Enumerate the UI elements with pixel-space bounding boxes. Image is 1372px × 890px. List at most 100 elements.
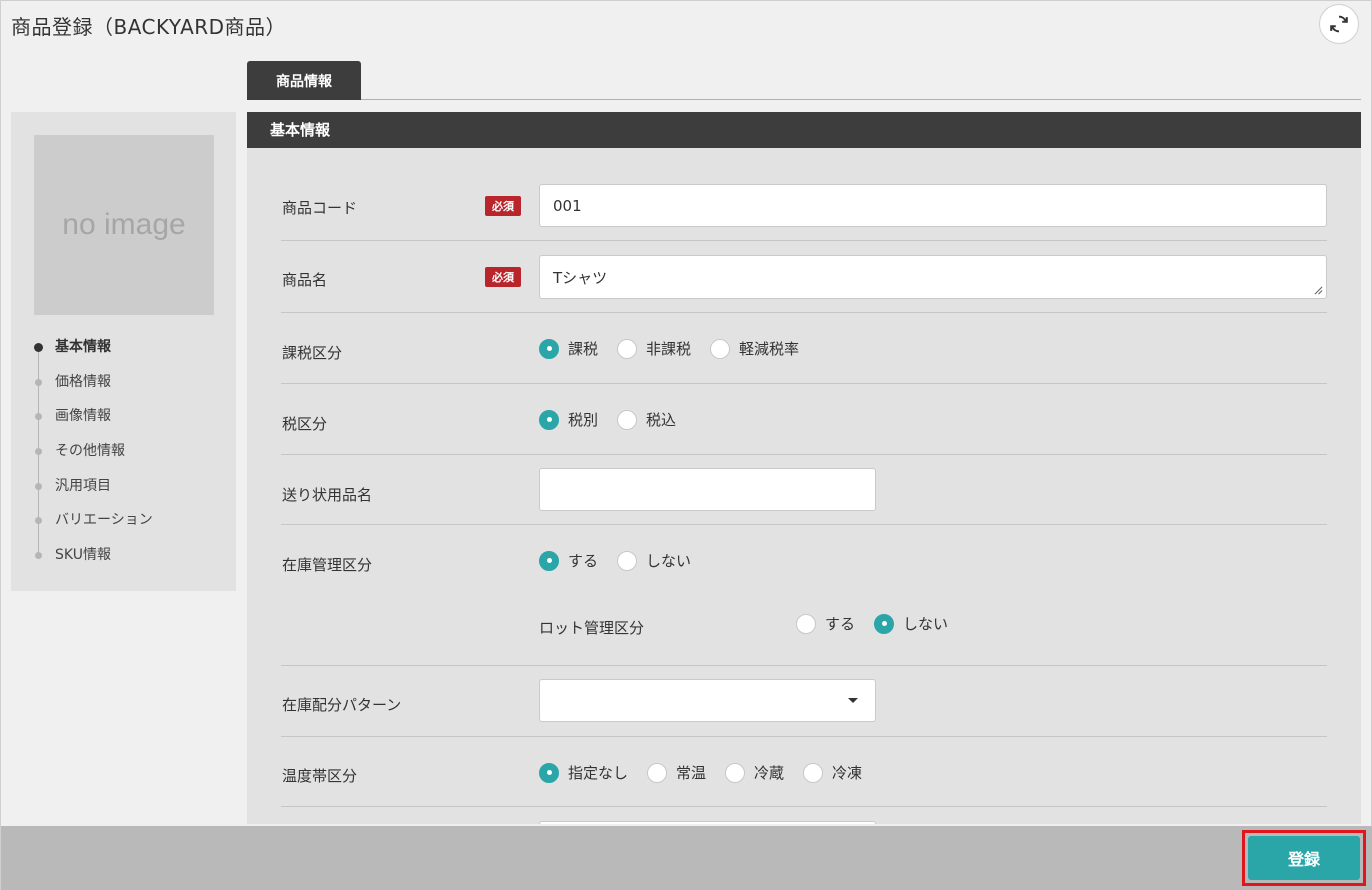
radio-unchecked-icon (617, 550, 638, 571)
field-label: 送り状用品名 (282, 486, 373, 504)
footer-bar (1, 826, 1372, 890)
sidebar-item-general-items[interactable]: 汎用項目 (31, 469, 153, 504)
sidebar-item-variation[interactable]: バリエーション (31, 503, 153, 538)
radio-reduced-rate[interactable]: 軽減税率 (710, 338, 799, 359)
radio-checked-icon (539, 409, 559, 430)
field-label: 商品コード (282, 199, 358, 217)
bullet-icon (35, 378, 42, 386)
stock-pattern-select[interactable] (539, 679, 876, 722)
radio-unchecked-icon (710, 338, 731, 359)
radio-label: する (568, 552, 599, 570)
form-row-stock-pattern: 在庫配分パターン (281, 666, 1327, 737)
radio-checked-icon (539, 338, 559, 359)
shipping-name-input[interactable] (539, 468, 876, 511)
next-field-input[interactable] (539, 821, 876, 824)
product-code-input[interactable]: 001 (539, 184, 1327, 227)
lot-mgmt-label: ロット管理区分 (539, 619, 645, 637)
form-row-tax-class: 課税区分 課税 非課税 軽減税率 (281, 313, 1327, 384)
refresh-button[interactable] (1319, 4, 1359, 44)
radio-temp-frozen[interactable]: 冷凍 (803, 762, 862, 783)
form-row-temperature: 温度帯区分 指定なし 常温 冷蔵 冷凍 (281, 737, 1327, 807)
form-row-product-name: 商品名 必須 Tシャツ (281, 241, 1327, 313)
temperature-radio-group: 指定なし 常温 冷蔵 冷凍 (539, 762, 881, 783)
radio-checked-icon (539, 762, 559, 783)
field-label: 課税区分 (282, 344, 343, 362)
radio-label: 軽減税率 (739, 340, 800, 358)
bullet-icon (35, 517, 42, 525)
radio-label: 課税 (568, 340, 599, 358)
field-label: 商品名 (282, 271, 328, 289)
required-badge: 必須 (485, 196, 521, 216)
sidebar-item-price-info[interactable]: 価格情報 (31, 365, 153, 400)
tab-product-info[interactable]: 商品情報 (247, 61, 361, 100)
form-row-product-code: 商品コード 必須 001 (281, 168, 1327, 241)
sidebar: no image 基本情報 価格情報 画像情報 その他情報 汎用項目 バリエーシ… (11, 112, 236, 591)
tax-type-radio-group: 税別 税込 (539, 409, 695, 430)
product-image-placeholder: no image (34, 135, 214, 315)
radio-unchecked-icon (647, 762, 668, 783)
bullet-icon (35, 482, 42, 490)
form-area: 商品コード 必須 001 商品名 必須 Tシャツ 課税区分 課税 非課税 軽減税… (247, 148, 1361, 824)
sidebar-item-label: 基本情報 (55, 339, 111, 355)
resize-grip-icon[interactable] (1314, 286, 1323, 295)
radio-lot-no[interactable]: しない (874, 613, 948, 634)
product-name-textarea[interactable]: Tシャツ (539, 255, 1327, 299)
sidebar-item-label: SKU情報 (55, 547, 111, 564)
radio-tax-excluded[interactable]: 税別 (539, 409, 598, 430)
required-badge: 必須 (485, 267, 521, 287)
radio-label: しない (646, 552, 692, 570)
field-label: 在庫管理区分 (282, 556, 373, 574)
tax-class-radio-group: 課税 非課税 軽減税率 (539, 338, 818, 359)
radio-label: 税込 (646, 411, 677, 429)
radio-unchecked-icon (617, 338, 638, 359)
form-row-stock-management: 在庫管理区分 する しない ロット管理区分 する しない (281, 525, 1327, 666)
lot-mgmt-radio-group: する しない (796, 613, 967, 634)
radio-non-taxable[interactable]: 非課税 (617, 338, 691, 359)
radio-unchecked-icon (617, 409, 638, 430)
sidebar-item-sku-info[interactable]: SKU情報 (31, 538, 153, 573)
active-bullet-icon (34, 343, 43, 352)
sidebar-item-other-info[interactable]: その他情報 (31, 434, 153, 469)
bullet-icon (35, 413, 42, 421)
sidebar-item-label: その他情報 (55, 443, 125, 460)
radio-temp-ambient[interactable]: 常温 (647, 762, 706, 783)
radio-label: 常温 (676, 764, 707, 782)
register-button[interactable]: 登録 (1248, 836, 1360, 880)
radio-checked-icon (874, 613, 895, 634)
section-title: 基本情報 (247, 112, 1361, 148)
radio-label: 指定なし (568, 764, 629, 782)
sidebar-nav: 基本情報 価格情報 画像情報 その他情報 汎用項目 バリエーション SKU情報 (31, 330, 153, 573)
radio-label: 冷凍 (832, 764, 863, 782)
stock-mgmt-radio-group: する しない (539, 550, 710, 571)
field-label: 温度帯区分 (282, 767, 358, 785)
radio-unchecked-icon (725, 762, 746, 783)
field-label: 在庫配分パターン (282, 696, 402, 714)
radio-temp-chilled[interactable]: 冷蔵 (725, 762, 784, 783)
field-label: 税区分 (282, 415, 328, 433)
form-row-shipping-name: 送り状用品名 (281, 455, 1327, 525)
radio-stock-yes[interactable]: する (539, 550, 598, 571)
radio-unchecked-icon (803, 762, 824, 783)
radio-taxable[interactable]: 課税 (539, 338, 598, 359)
refresh-icon (1330, 15, 1348, 33)
sidebar-item-label: 汎用項目 (55, 477, 111, 494)
radio-temp-none[interactable]: 指定なし (539, 762, 628, 783)
radio-stock-no[interactable]: しない (617, 550, 691, 571)
sidebar-item-label: バリエーション (55, 512, 153, 529)
bullet-icon (35, 448, 42, 456)
bullet-icon (35, 552, 42, 560)
form-row-tax-type: 税区分 税別 税込 (281, 384, 1327, 455)
sidebar-item-label: 価格情報 (55, 373, 111, 390)
tab-divider (361, 99, 1361, 100)
sidebar-item-basic-info[interactable]: 基本情報 (31, 330, 153, 365)
radio-lot-yes[interactable]: する (796, 613, 855, 634)
page-title: 商品登録（BACKYARD商品） (11, 15, 287, 39)
sidebar-item-image-info[interactable]: 画像情報 (31, 399, 153, 434)
radio-label: する (825, 615, 856, 633)
radio-tax-included[interactable]: 税込 (617, 409, 676, 430)
caret-down-icon (848, 698, 858, 703)
radio-label: 税別 (568, 411, 599, 429)
radio-label: しない (903, 615, 949, 633)
radio-label: 非課税 (646, 340, 692, 358)
radio-checked-icon (539, 550, 559, 571)
